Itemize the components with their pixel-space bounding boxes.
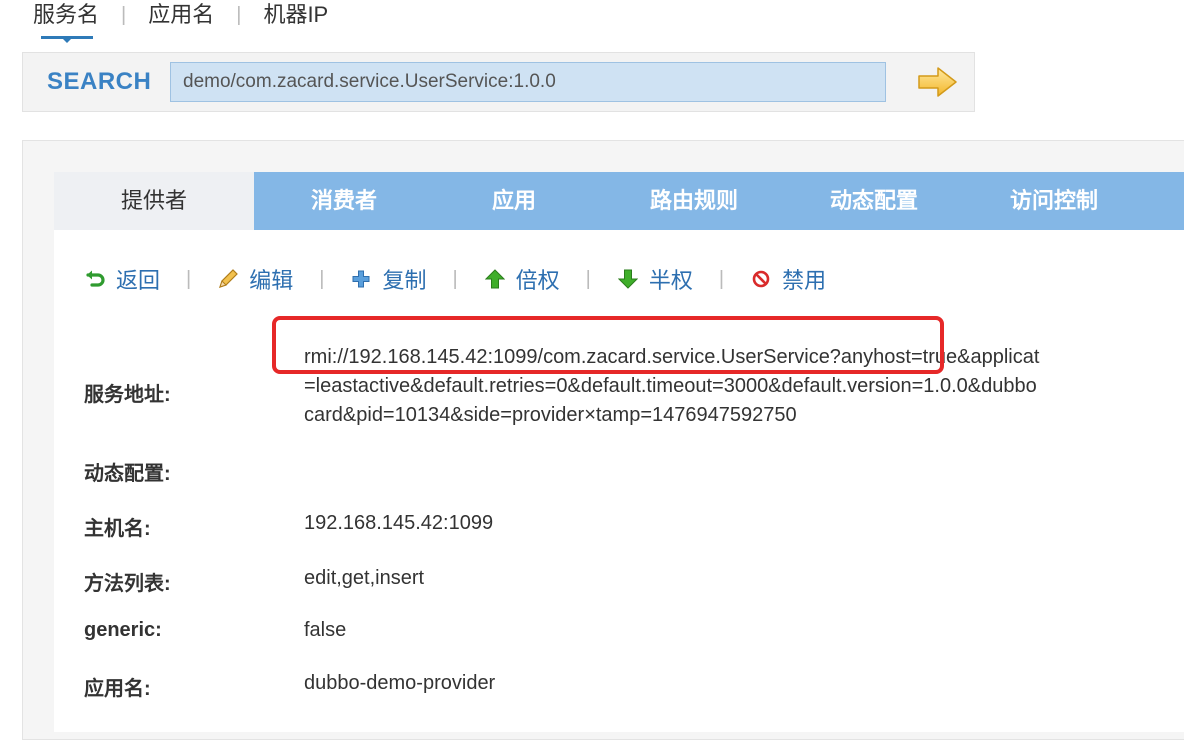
highlight-box (272, 316, 944, 374)
edit-label: 编辑 (249, 268, 294, 293)
generic-value: false (304, 619, 347, 641)
service-address-line: =leastactive&default.retries=0&default.t… (304, 375, 1037, 397)
service-address-line: card&pid=10134&side=provider×tamp=147694… (304, 404, 797, 426)
half-weight-button[interactable]: 半权 (617, 263, 693, 295)
content-area (54, 172, 1184, 732)
back-label: 返回 (116, 268, 161, 293)
search-input[interactable] (170, 62, 886, 102)
action-separator: | (319, 267, 325, 290)
ban-icon (750, 268, 772, 290)
plus-icon (350, 268, 372, 290)
tab-applications[interactable]: 应用 (434, 172, 594, 230)
service-address-label: 服务地址: (84, 384, 171, 406)
action-separator: | (718, 267, 725, 290)
hostname-value: 192.168.145.42:1099 (304, 512, 494, 534)
search-type-tabs: 服务名 | 应用名 | 机器IP (33, 0, 328, 43)
back-icon (84, 268, 106, 290)
double-weight-label: 倍权 (515, 268, 560, 293)
copy-button[interactable]: 复制 (350, 263, 426, 295)
app-name-value: dubbo-demo-provider (304, 672, 496, 694)
search-tab-service-name[interactable]: 服务名 (33, 0, 99, 43)
search-tab-machine-ip[interactable]: 机器IP (263, 0, 328, 30)
pencil-icon (217, 268, 239, 290)
hostname-label: 主机名: (84, 518, 151, 540)
edit-button[interactable]: 编辑 (217, 263, 293, 295)
tab-dynamic-config[interactable]: 动态配置 (794, 172, 954, 230)
search-label: SEARCH (47, 68, 152, 95)
search-bar: SEARCH (22, 52, 975, 112)
action-separator: | (186, 267, 192, 290)
arrow-right-icon[interactable] (916, 65, 960, 99)
methods-label: 方法列表: (84, 573, 171, 595)
tab-bar: 提供者 消费者 应用 路由规则 动态配置 访问控制 (54, 172, 1184, 230)
action-bar: 返回 | 编辑 | 复制 | 倍权 | 半权 | 禁用 (84, 262, 826, 296)
copy-label: 复制 (382, 268, 427, 293)
arrow-down-icon (617, 268, 639, 290)
app-name-label: 应用名: (84, 678, 151, 700)
tab-consumers[interactable]: 消费者 (254, 172, 434, 230)
dynamic-config-label: 动态配置: (84, 463, 171, 485)
search-tab-separator: | (236, 4, 242, 26)
action-separator: | (585, 267, 591, 290)
disable-button[interactable]: 禁用 (750, 263, 826, 295)
tab-providers[interactable]: 提供者 (54, 172, 254, 230)
search-tab-separator: | (121, 4, 127, 26)
methods-value: edit,get,insert (304, 567, 425, 589)
action-separator: | (452, 267, 458, 290)
disable-label: 禁用 (782, 268, 827, 293)
search-tab-app-name[interactable]: 应用名 (148, 0, 214, 30)
half-weight-label: 半权 (648, 268, 693, 293)
generic-label: generic: (84, 619, 162, 641)
tab-access-control[interactable]: 访问控制 (954, 172, 1154, 230)
tab-routes[interactable]: 路由规则 (594, 172, 794, 230)
double-weight-button[interactable]: 倍权 (484, 263, 560, 295)
arrow-up-icon (484, 268, 506, 290)
back-button[interactable]: 返回 (84, 263, 160, 295)
